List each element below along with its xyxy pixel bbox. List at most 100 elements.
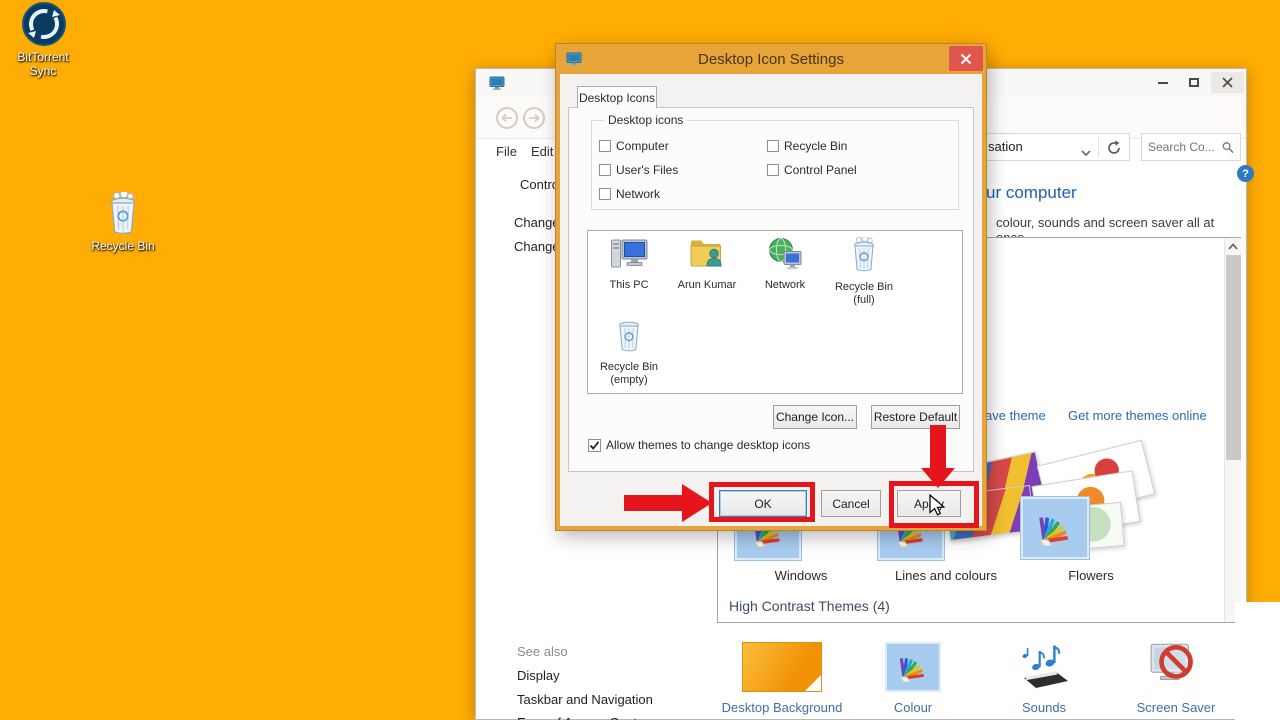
see-also-header: See also: [517, 644, 568, 659]
preview-network[interactable]: Network: [746, 237, 824, 292]
sidebar-item-change-desktop-icons[interactable]: Change: [514, 215, 560, 230]
desktop-background-thumb[interactable]: [742, 642, 822, 692]
arrow-to-apply-shaft: [930, 425, 946, 468]
checkbox-recycle-bin-box[interactable]: [767, 140, 779, 152]
network-globe-icon: [769, 238, 802, 270]
checkbox-network[interactable]: Network: [599, 187, 660, 201]
scrollbar-thumb[interactable]: [1226, 255, 1241, 460]
checkbox-computer-label: Computer: [616, 139, 669, 153]
preview-this-pc-label: This PC: [609, 279, 649, 291]
checkbox-control-panel-label: Control Panel: [784, 163, 857, 177]
allow-themes-checkbox-box[interactable]: [588, 438, 601, 452]
allow-themes-checkbox[interactable]: Allow themes to change desktop icons: [588, 438, 810, 452]
theme-label-flowers: Flowers: [1068, 568, 1114, 583]
search-icon[interactable]: [1222, 141, 1234, 154]
search-input[interactable]: [1148, 140, 1222, 154]
dialog-close-button[interactable]: [949, 46, 983, 71]
search-box[interactable]: [1141, 133, 1241, 161]
desktop-icon-settings-dialog: Desktop Icon Settings Desktop Icons Desk…: [556, 44, 986, 530]
checkbox-recycle-bin[interactable]: Recycle Bin: [767, 139, 847, 153]
theme-label-lines-and-colours: Lines and colours: [895, 568, 997, 583]
menu-edit[interactable]: Edit: [531, 144, 553, 159]
minimize-button[interactable]: [1149, 72, 1177, 93]
change-icon-button[interactable]: Change Icon...: [773, 405, 857, 429]
user-folder-icon: [690, 240, 722, 267]
screen-saver-icon[interactable]: [1148, 639, 1202, 696]
preview-recycle-bin-full-sub: (full): [853, 294, 875, 306]
refresh-icon[interactable]: [1106, 140, 1122, 161]
cancel-button[interactable]: Cancel: [821, 490, 881, 517]
preview-recycle-bin-empty-label: Recycle Bin: [599, 361, 659, 373]
checkbox-network-box[interactable]: [599, 188, 611, 200]
desktop-background-link[interactable]: Desktop Background: [702, 700, 862, 715]
checkbox-users-files-label: User's Files: [616, 163, 679, 177]
colour-link[interactable]: Colour: [853, 700, 973, 715]
preview-user-files-label: Arun Kumar: [677, 279, 737, 291]
preview-recycle-bin-empty[interactable]: Recycle Bin (empty): [590, 317, 668, 387]
preview-network-label: Network: [764, 279, 806, 291]
menu-file[interactable]: File: [496, 144, 517, 159]
sounds-icon[interactable]: [1015, 644, 1073, 699]
dialog-titlebar: Desktop Icon Settings: [556, 44, 986, 74]
save-theme-link[interactable]: ave theme: [985, 408, 1046, 423]
checkbox-computer[interactable]: Computer: [599, 139, 669, 153]
white-patch: [1235, 602, 1280, 720]
desktop: BitTorrent Sync Recycle Bin sation Searc…: [0, 0, 1280, 720]
arrow-to-ok-shaft: [624, 495, 682, 511]
preview-this-pc[interactable]: This PC: [590, 237, 668, 292]
icon-preview-panel: This PC Arun Kumar Network Recycle Bin (…: [587, 230, 963, 394]
themes-scrollbar[interactable]: [1224, 238, 1241, 622]
recycle-bin-desktop-label[interactable]: Recycle Bin: [73, 239, 173, 253]
address-text: sation: [988, 139, 1023, 154]
checkbox-users-files-box[interactable]: [599, 164, 611, 176]
get-more-themes-link[interactable]: Get more themes online: [1068, 408, 1207, 423]
ok-highlight-box: [709, 482, 815, 522]
checkbox-users-files[interactable]: User's Files: [599, 163, 678, 177]
theme-tile-flowers[interactable]: [1021, 497, 1089, 559]
colour-thumb[interactable]: [885, 642, 941, 692]
tab-panel: Desktop icons Computer Recycle Bin User'…: [568, 107, 974, 472]
checkbox-computer-box[interactable]: [599, 140, 611, 152]
close-button[interactable]: [1211, 72, 1244, 93]
recycle-bin-empty-icon: [618, 321, 640, 352]
checkbox-recycle-bin-label: Recycle Bin: [784, 139, 848, 153]
dialog-app-icon: [566, 51, 582, 72]
dialog-title: Desktop Icon Settings: [698, 50, 844, 68]
check-icon: [589, 440, 600, 450]
restore-default-button[interactable]: Restore Default: [871, 405, 960, 429]
preview-recycle-bin-full[interactable]: Recycle Bin (full): [825, 235, 903, 307]
sounds-link[interactable]: Sounds: [984, 700, 1104, 715]
preview-recycle-bin-full-label: Recycle Bin: [834, 281, 894, 293]
recycle-bin-desktop-icon[interactable]: [106, 189, 140, 236]
checkbox-control-panel-box[interactable]: [767, 164, 779, 176]
page-heading: ur computer: [986, 183, 1077, 202]
see-also-ease-of-access[interactable]: Ease of Access Centre: [517, 715, 649, 720]
tab-desktop-icons[interactable]: Desktop Icons: [577, 86, 657, 108]
see-also-display[interactable]: Display: [517, 668, 560, 683]
forward-button[interactable]: [523, 107, 545, 129]
theme-label-windows: Windows: [774, 568, 828, 583]
mouse-cursor: [927, 493, 949, 521]
this-pc-icon: [611, 239, 648, 268]
arrow-to-apply-head: [921, 468, 955, 488]
allow-themes-label: Allow themes to change desktop icons: [606, 438, 811, 452]
checkbox-control-panel[interactable]: Control Panel: [767, 163, 857, 177]
maximize-button[interactable]: [1180, 72, 1208, 93]
close-icon: [960, 53, 972, 64]
sidebar-item-change-mouse-pointers[interactable]: Change: [514, 239, 560, 254]
scrollbar-up-icon[interactable]: [1227, 242, 1239, 251]
bittorrent-sync-label[interactable]: BitTorrent Sync: [8, 50, 78, 78]
help-icon[interactable]: ?: [1237, 165, 1254, 182]
address-divider: [1098, 137, 1099, 157]
recycle-bin-full-icon: [853, 235, 875, 272]
see-also-taskbar[interactable]: Taskbar and Navigation: [517, 692, 653, 707]
checkbox-network-label: Network: [616, 187, 661, 201]
window-app-icon: [489, 75, 505, 96]
screen-saver-link[interactable]: Screen Saver: [1116, 700, 1236, 715]
preview-user-files[interactable]: Arun Kumar: [668, 237, 746, 292]
back-button[interactable]: [496, 107, 518, 129]
high-contrast-themes-header: High Contrast Themes (4): [729, 598, 890, 614]
bittorrent-sync-icon[interactable]: [21, 1, 67, 47]
group-label: Desktop icons: [604, 113, 688, 127]
chevron-down-icon[interactable]: [1080, 144, 1092, 162]
